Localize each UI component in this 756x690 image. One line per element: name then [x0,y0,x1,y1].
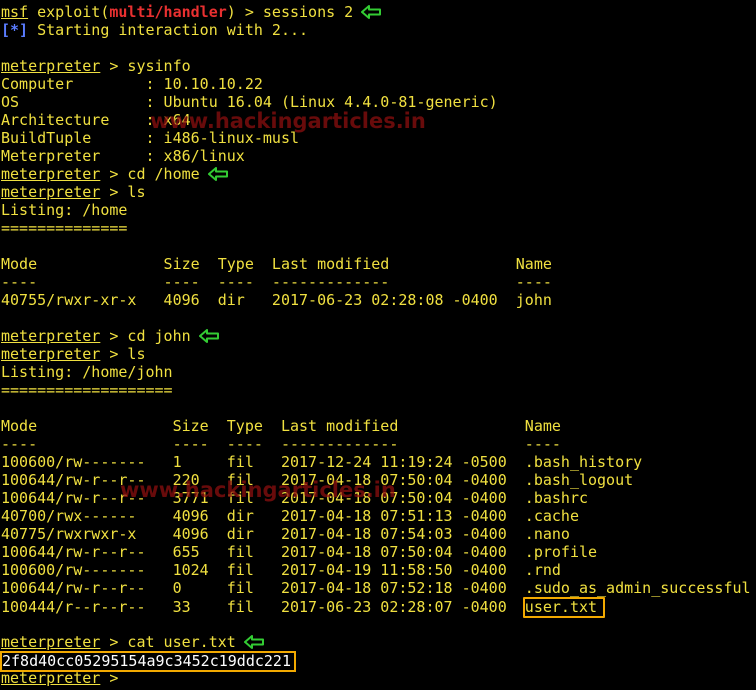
left-arrow-icon [198,329,219,343]
left-arrow-icon [361,5,382,19]
terminal-text: multi/handler [109,3,227,21]
terminal-line: 100600/rw------- 1 fil 2017-12-24 11:19:… [1,453,756,471]
terminal-text: Architecture : x64 [1,111,191,129]
terminal-text: 100644/rw-r--r-- 0 fil 2017-04-18 07:52:… [1,579,751,597]
terminal-text: > cd john [100,327,191,345]
terminal-text: 40700/rwx------ 4096 dir 2017-04-18 07:5… [1,507,579,525]
terminal-text: > sysinfo [100,57,191,75]
terminal-line: 100644/rw-r--r-- 0 fil 2017-04-18 07:52:… [1,579,756,597]
terminal-text: ---- ---- ---- ------------- ---- [1,273,552,291]
terminal-text: OS : Ubuntu 16.04 (Linux 4.4.0-81-generi… [1,93,498,111]
terminal-text: 100644/rw-r--r-- 3771 fil 2017-04-18 07:… [1,489,588,507]
terminal-line: 40700/rwx------ 4096 dir 2017-04-18 07:5… [1,507,756,525]
terminal-text: ---- ---- ---- ------------- ---- [1,435,561,453]
terminal-text: Computer : 10.10.10.22 [1,75,263,93]
terminal-text: 100600/rw------- 1024 fil 2017-04-19 11:… [1,561,561,579]
terminal-text: =================== [1,381,173,399]
terminal-text: meterpreter [1,165,101,183]
terminal-text: 40775/rwxrwxr-x 4096 dir 2017-04-18 07:5… [1,525,570,543]
terminal-line: meterpreter > cd /home [1,165,756,183]
terminal-text: meterpreter [1,633,101,651]
terminal-text: 100644/rw-r--r-- 220 fil 2017-04-18 07:5… [1,471,634,489]
terminal-line: 100644/rw-r--r-- 220 fil 2017-04-18 07:5… [1,471,756,489]
terminal-text: > cd /home [100,165,200,183]
terminal-line: =================== [1,381,756,399]
terminal-line: BuildTuple : i486-linux-musl [1,129,756,147]
terminal-text: 40755/rwxr-xr-x 4096 dir 2017-06-23 02:2… [1,291,552,309]
terminal-line: Computer : 10.10.10.22 [1,75,756,93]
terminal-text: > [100,669,128,687]
terminal-line: meterpreter > cat user.txt [1,633,756,651]
terminal-line: meterpreter > ls [1,183,756,201]
terminal-text: ) > sessions 2 [226,3,354,21]
terminal-text: exploit( [28,3,110,21]
terminal-line: 100600/rw------- 1024 fil 2017-04-19 11:… [1,561,756,579]
terminal-line: 40775/rwxrwxr-x 4096 dir 2017-04-18 07:5… [1,525,756,543]
terminal-line: Mode Size Type Last modified Name [1,255,756,273]
terminal-line: ============== [1,219,756,237]
terminal-text: meterpreter [1,183,101,201]
terminal-text: Listing: /home [1,201,128,219]
terminal-text: 100600/rw------- 1 fil 2017-12-24 11:19:… [1,453,643,471]
terminal-text: Starting interaction with 2... [28,21,309,39]
terminal-line: [*] Starting interaction with 2... [1,21,756,39]
terminal-line: Listing: /home [1,201,756,219]
terminal-text: BuildTuple : i486-linux-musl [1,129,300,147]
terminal-line: meterpreter > sysinfo [1,57,756,75]
terminal-line: Listing: /home/john [1,363,756,381]
terminal-text: 100444/r--r--r-- 33 fil 2017-06-23 02:28… [1,598,525,616]
terminal-text: meterpreter [1,669,101,687]
terminal-text: Mode Size Type Last modified Name [1,417,561,435]
terminal-text: > cat user.txt [100,633,236,651]
terminal-line: ---- ---- ---- ------------- ---- [1,273,756,291]
terminal-text: ============== [1,219,128,237]
terminal-text: 100644/rw-r--r-- 655 fil 2017-04-18 07:5… [1,543,598,561]
terminal-line: 100644/rw-r--r-- 655 fil 2017-04-18 07:5… [1,543,756,561]
left-arrow-icon [207,167,228,181]
terminal-text: Mode Size Type Last modified Name [1,255,552,273]
left-arrow-icon [243,635,264,649]
terminal-line: 100644/rw-r--r-- 3771 fil 2017-04-18 07:… [1,489,756,507]
terminal-output: msf exploit(multi/handler) > sessions 2[… [0,3,756,687]
terminal-line: 40755/rwxr-xr-x 4096 dir 2017-06-23 02:2… [1,291,756,309]
terminal-line: meterpreter > ls [1,345,756,363]
terminal-line: meterpreter > cd john [1,327,756,345]
terminal-line: msf exploit(multi/handler) > sessions 2 [1,3,756,21]
terminal-text: meterpreter [1,327,101,345]
terminal-line: Mode Size Type Last modified Name [1,417,756,435]
terminal-line: 100444/r--r--r-- 33 fil 2017-06-23 02:28… [1,597,756,618]
terminal-text: meterpreter [1,345,101,363]
terminal-line: Meterpreter : x86/linux [1,147,756,165]
terminal-line: Architecture : x64 [1,111,756,129]
terminal-line: ---- ---- ---- ------------- ---- [1,435,756,453]
terminal-line: 2f8d40cc05295154a9c3452c19ddc221 [0,651,756,672]
terminal-line: meterpreter > [1,669,756,687]
terminal-line: OS : Ubuntu 16.04 (Linux 4.4.0-81-generi… [1,93,756,111]
terminal-text: > ls [100,183,146,201]
terminal-text: Listing: /home/john [1,363,173,381]
terminal-text: > ls [100,345,146,363]
terminal-text: msf [1,3,29,21]
terminal-text: [*] [1,21,29,39]
terminal-text: meterpreter [1,57,101,75]
terminal-text: Meterpreter : x86/linux [1,147,245,165]
